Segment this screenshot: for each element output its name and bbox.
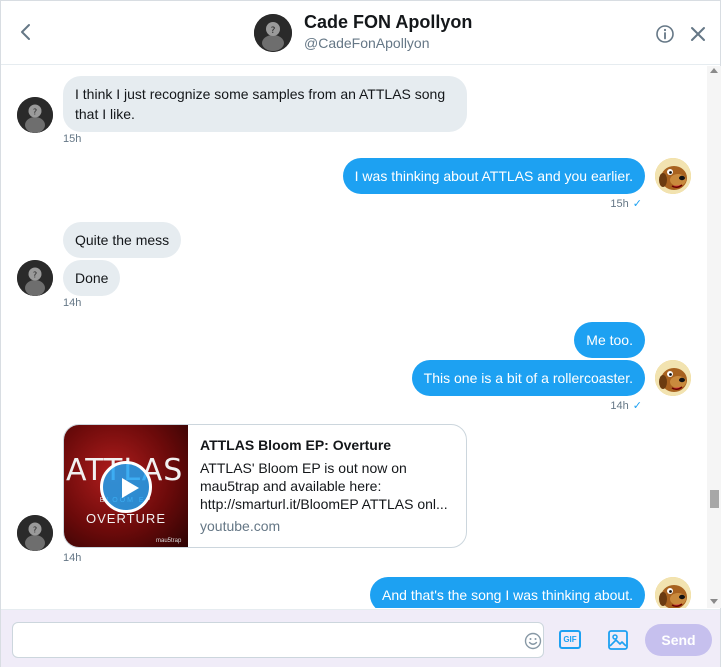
close-icon [691,27,705,41]
message-text: Quite the mess [75,232,170,248]
message-timestamp: 14h ✓ [610,400,642,412]
gif-button[interactable]: GIF [559,630,581,649]
message-text: that I like. [75,106,135,122]
svg-text:?: ? [33,271,37,280]
message-bubble-outgoing[interactable]: This one is a bit of a rollercoaster. [411,360,645,396]
send-button[interactable]: Send [645,624,712,656]
emoji-icon [524,632,542,650]
own-avatar[interactable] [655,577,691,608]
dm-window: ? Cade FON Apollyon @CadeFonApollyon ? I… [0,0,721,667]
scroll-up-arrow-icon[interactable] [710,68,718,73]
message-bubble-outgoing[interactable]: Me too. [574,322,645,358]
message-input-box[interactable] [12,622,544,658]
checkmark-icon: ✓ [632,198,642,210]
avatar-image: ? [17,97,53,133]
info-button[interactable] [655,24,675,44]
card-description: ATTLAS' Bloom EP is out now on mau5trap … [200,460,448,512]
svg-text:?: ? [271,26,276,36]
message-text: Done [75,270,109,286]
chevron-left-icon [21,24,30,40]
back-button[interactable] [15,21,37,43]
play-icon [122,478,139,498]
svg-text:?: ? [33,526,37,535]
message-text: Me too. [586,332,633,348]
avatar-image: ? [17,515,53,551]
message-scrollbar[interactable] [707,66,721,608]
own-avatar[interactable] [655,360,691,396]
message-bubble-incoming[interactable]: Quite the mess [63,222,182,258]
dog-avatar-image [655,577,691,608]
card-domain: youtube.com [200,518,281,534]
message-bubble-incoming[interactable]: I think I just recognize some samples fr… [63,76,467,132]
message-text: And that's the song I was thinking about… [382,587,633,603]
message-bubble-incoming[interactable]: Done [63,260,121,296]
sender-avatar[interactable]: ? [17,97,53,133]
own-avatar[interactable] [655,158,691,194]
link-preview-card[interactable]: ATTLAS BLOOM EP OVERTURE mau5trap ATTLAS… [63,424,467,548]
message-text: This one is a bit of a rollercoaster. [423,370,633,386]
message-text: I think I just recognize some samples fr… [75,86,446,102]
dog-avatar-image [655,360,691,396]
message-list: ? I think I just recognize some samples … [1,66,707,608]
svg-text:?: ? [33,108,37,117]
thumbnail-badge: mau5trap [156,538,182,544]
message-timestamp: 15h ✓ [610,198,642,210]
contact-handle[interactable]: @CadeFonApollyon [304,35,430,51]
conversation-header: ? Cade FON Apollyon @CadeFonApollyon [1,1,720,65]
thumbnail-caption: OVERTURE [86,511,166,526]
close-button[interactable] [689,25,707,43]
dog-avatar-image [655,158,691,194]
video-thumbnail[interactable]: ATTLAS BLOOM EP OVERTURE mau5trap [64,425,188,547]
message-text: I was thinking about ATTLAS and you earl… [354,168,633,184]
message-input[interactable] [21,629,501,651]
message-bubble-outgoing[interactable]: And that's the song I was thinking about… [370,577,645,608]
image-button[interactable] [607,629,629,651]
checkmark-icon: ✓ [632,400,642,412]
avatar-image: ? [254,14,292,52]
sender-avatar[interactable]: ? [17,260,53,296]
scroll-down-arrow-icon[interactable] [710,599,718,604]
message-timestamp: 14h [63,297,82,309]
card-title[interactable]: ATTLAS Bloom EP: Overture [200,437,391,453]
scrollbar-thumb[interactable] [710,490,719,508]
message-timestamp: 14h [63,552,82,564]
emoji-button[interactable] [524,632,542,650]
message-bubble-outgoing[interactable]: I was thinking about ATTLAS and you earl… [342,158,645,194]
avatar[interactable]: ? [254,14,292,52]
info-icon [656,25,674,43]
play-button[interactable] [100,461,152,513]
message-timestamp: 15h [63,133,82,145]
avatar-image: ? [17,260,53,296]
image-icon [608,630,628,650]
sender-avatar[interactable]: ? [17,515,53,551]
contact-name[interactable]: Cade FON Apollyon [304,12,472,33]
message-composer: GIF Send [1,609,720,667]
